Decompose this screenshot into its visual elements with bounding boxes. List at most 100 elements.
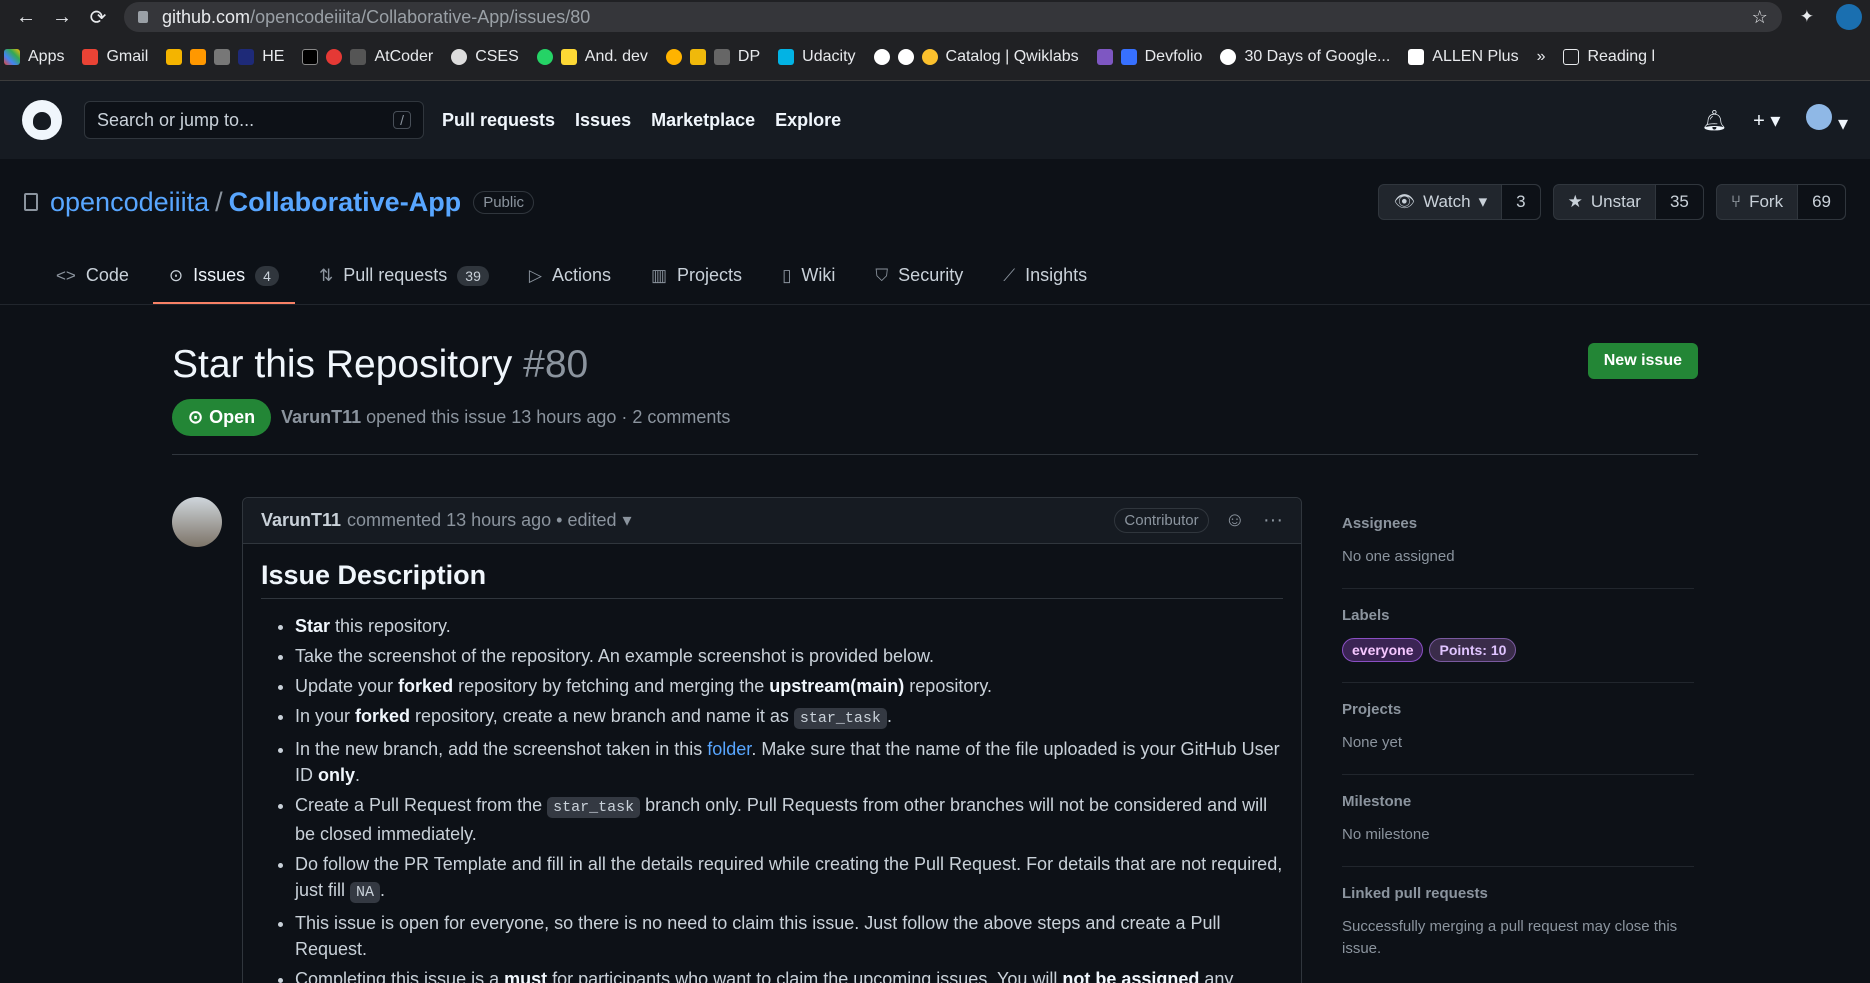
- nav-explore[interactable]: Explore: [775, 110, 841, 131]
- projects-section: Projects None yet: [1342, 683, 1694, 775]
- comment-meta: commented 13 hours ago • edited: [347, 510, 617, 530]
- bell-icon[interactable]: 🔔︎: [1702, 108, 1727, 133]
- visibility-badge: Public: [473, 190, 535, 214]
- linked-prs-heading[interactable]: Linked pull requests: [1342, 885, 1694, 902]
- search-input[interactable]: Search or jump to... /: [84, 101, 424, 139]
- back-icon[interactable]: ←: [8, 6, 44, 29]
- extensions-icon[interactable]: ✦: [1800, 7, 1814, 27]
- codechef-icon: [326, 49, 343, 65]
- star-button-group: ★ Unstar 35: [1552, 184, 1704, 220]
- tab-counter: 39: [457, 265, 489, 286]
- tab-insights[interactable]: ⟋ Insights: [987, 265, 1103, 304]
- issue-author-link[interactable]: VarunT11: [281, 407, 361, 427]
- text: Do follow the PR Template and fill in al…: [295, 854, 1283, 900]
- tab-pull-requests[interactable]: ⇅ Pull requests 39: [303, 265, 505, 304]
- tab-security[interactable]: ⛉ Security: [859, 265, 979, 304]
- browser-toolbar: ← → ⟳ github.com/opencodeiiita/Collabora…: [0, 0, 1870, 34]
- tab-projects[interactable]: ▥ Projects: [635, 265, 758, 304]
- bookmark-qwiklabs[interactable]: Catalog | Qwiklabs: [873, 48, 1079, 66]
- tab-wiki[interactable]: ▯ Wiki: [766, 265, 851, 304]
- edited-dropdown-icon[interactable]: ▾: [623, 510, 632, 531]
- tab-code[interactable]: <> Code: [40, 265, 145, 304]
- whatsapp-icon: [536, 49, 553, 65]
- issue-title: Star this Repository #80: [172, 343, 1698, 387]
- comment-heading: Issue Description: [261, 562, 1283, 599]
- label-everyone[interactable]: everyone: [1342, 638, 1424, 662]
- comment-header: VarunT11 commented 13 hours ago • edited…: [243, 498, 1301, 544]
- bookmark-dp[interactable]: DP: [665, 48, 760, 66]
- tab-issues[interactable]: ⊙ Issues 4: [152, 265, 295, 304]
- avatar[interactable]: [172, 497, 222, 547]
- watch-count[interactable]: 3: [1501, 185, 1540, 219]
- he-icon: [238, 49, 255, 65]
- repo-icon: [24, 193, 38, 211]
- create-new-icon[interactable]: + ▾: [1753, 108, 1780, 133]
- linked-prs-value: Successfully merging a pull request may …: [1342, 918, 1678, 957]
- repo-owner-link[interactable]: opencodeiiita: [50, 187, 209, 217]
- comment-body: Issue Description Star this repository. …: [243, 544, 1301, 983]
- github-header: Search or jump to... / Pull requests Iss…: [0, 81, 1870, 159]
- bookmark-label: Apps: [28, 48, 65, 65]
- folder-link[interactable]: folder: [707, 739, 751, 759]
- bookmark-30-days[interactable]: 30 Days of Google...: [1220, 48, 1390, 66]
- atcoder-icon: [350, 49, 367, 65]
- repo-tabs: <> Code ⊙ Issues 4 ⇅ Pull requests 39 ▷ Action…: [0, 245, 1870, 305]
- analytics-icon: [190, 49, 207, 65]
- list-item: Take the screenshot of the repository. A…: [295, 643, 1283, 669]
- watch-button[interactable]: 👁︎ Watch ▾: [1379, 185, 1501, 219]
- assignees-heading[interactable]: Assignees: [1342, 515, 1694, 532]
- reload-icon[interactable]: ⟳: [80, 5, 116, 30]
- star-count[interactable]: 35: [1654, 185, 1703, 219]
- bookmark-label: AtCoder: [374, 48, 434, 65]
- fork-button[interactable]: ⑂ Fork: [1717, 185, 1797, 219]
- fork-count[interactable]: 69: [1797, 185, 1845, 219]
- bookmark-and-dev[interactable]: And. dev: [536, 48, 648, 66]
- repo-title: opencodeiiita / Collaborative-App: [50, 187, 461, 218]
- project-icon: ▥: [650, 265, 668, 285]
- issue-open-icon: ⊙: [188, 407, 204, 427]
- ext-icon: [665, 49, 682, 65]
- bookmark-atcoder[interactable]: AtCoder: [302, 48, 433, 66]
- bookmark-allen[interactable]: ALLEN Plus: [1408, 48, 1519, 66]
- reaction-icon[interactable]: ☺: [1225, 509, 1245, 532]
- bookmarks-overflow[interactable]: »: [1537, 48, 1546, 66]
- reading-list[interactable]: Reading l: [1563, 48, 1655, 66]
- github-logo-icon[interactable]: [22, 100, 62, 140]
- bookmark-devfolio[interactable]: Devfolio: [1096, 48, 1202, 66]
- forward-icon[interactable]: →: [44, 6, 80, 29]
- bookmark-udacity[interactable]: Udacity: [778, 48, 856, 66]
- text: .: [380, 880, 386, 900]
- allen-icon: [1408, 49, 1425, 65]
- unstar-button[interactable]: ★ Unstar: [1554, 185, 1655, 219]
- more-options-icon[interactable]: ···: [1263, 509, 1283, 532]
- comment-author-link[interactable]: VarunT11: [261, 510, 341, 531]
- label-points[interactable]: Points: 10: [1429, 638, 1517, 662]
- labels-heading[interactable]: Labels: [1342, 607, 1694, 624]
- text: Update your: [295, 676, 399, 696]
- bookmark-gmail[interactable]: Gmail: [82, 48, 148, 66]
- nav-pull-requests[interactable]: Pull requests: [442, 110, 555, 131]
- bookmark-apps[interactable]: Apps: [4, 48, 64, 66]
- tab-actions[interactable]: ▷ Actions: [513, 265, 627, 304]
- repo-name-link[interactable]: Collaborative-App: [229, 187, 462, 217]
- new-issue-button[interactable]: New issue: [1587, 343, 1698, 379]
- github-icon: [897, 49, 914, 65]
- bookmark-icons-group[interactable]: HE: [166, 48, 284, 66]
- bookmark-label: 30 Days of Google...: [1244, 48, 1391, 65]
- nav-marketplace[interactable]: Marketplace: [651, 110, 755, 131]
- profile-avatar[interactable]: [1836, 4, 1862, 30]
- list-item: Update your forked repository by fetchin…: [295, 673, 1283, 699]
- text: for participants who want to claim the u…: [547, 969, 1063, 983]
- bookmark-cses[interactable]: CSES: [451, 48, 519, 66]
- projects-heading[interactable]: Projects: [1342, 701, 1694, 718]
- url-host: github.com: [162, 6, 251, 27]
- nav-issues[interactable]: Issues: [575, 110, 631, 131]
- labels-section: Labels everyone Points: 10: [1342, 589, 1694, 683]
- search-shortcut: /: [393, 111, 411, 129]
- address-bar[interactable]: github.com/opencodeiiita/Collaborative-A…: [124, 2, 1782, 32]
- star-bookmark-icon[interactable]: ☆: [1752, 7, 1768, 28]
- tab-label: Actions: [551, 265, 611, 285]
- issue-sidebar: Assignees No one assigned Labels everyon…: [1342, 497, 1694, 983]
- user-menu[interactable]: ▾: [1806, 104, 1848, 136]
- milestone-heading[interactable]: Milestone: [1342, 793, 1694, 810]
